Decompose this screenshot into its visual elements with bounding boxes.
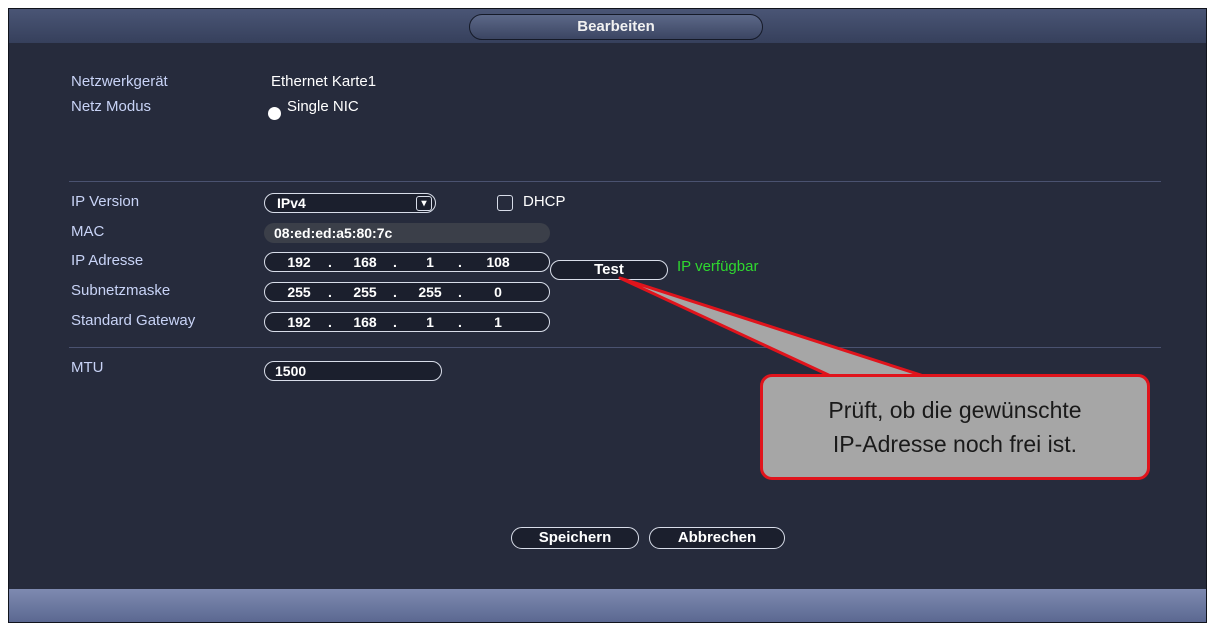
single-nic-radio[interactable] bbox=[268, 107, 281, 120]
ip-version-label: IP Version bbox=[71, 193, 140, 210]
test-button[interactable]: Test bbox=[550, 260, 668, 280]
gateway-field[interactable]: 192 . 168 . 1 . 1 bbox=[264, 312, 550, 332]
octet-dot: . bbox=[393, 284, 397, 300]
octet-dot: . bbox=[328, 314, 332, 330]
ip-version-select[interactable]: IPv4 ▾ bbox=[264, 193, 436, 213]
network-mode-value: Single NIC bbox=[287, 98, 359, 115]
octet-dot: . bbox=[328, 284, 332, 300]
ip-octet-3: 1 bbox=[426, 254, 434, 270]
network-device-value: Ethernet Karte1 bbox=[271, 73, 377, 90]
ip-address-field[interactable]: 192 . 168 . 1 . 108 bbox=[264, 252, 550, 272]
ip-octet-2: 168 bbox=[353, 254, 377, 270]
callout-line-1: Prüft, ob die gewünschte bbox=[828, 397, 1082, 423]
ip-version-value: IPv4 bbox=[277, 195, 306, 211]
callout-line-2: IP-Adresse noch frei ist. bbox=[832, 431, 1078, 457]
section-divider bbox=[69, 181, 1161, 182]
octet-dot: . bbox=[393, 314, 397, 330]
mtu-label: MTU bbox=[71, 359, 104, 376]
edit-dialog: Bearbeiten Netzwerkgerät Ethernet Karte1… bbox=[8, 8, 1207, 623]
octet-dot: . bbox=[458, 314, 462, 330]
ip-octet-1: 192 bbox=[287, 254, 311, 270]
mac-value: 08:ed:ed:a5:80:7c bbox=[274, 225, 393, 241]
ip-status-text: IP verfügbar bbox=[677, 258, 759, 275]
subnet-octet-3: 255 bbox=[418, 284, 442, 300]
gateway-octet-3: 1 bbox=[426, 314, 434, 330]
mac-label: MAC bbox=[71, 223, 105, 240]
gateway-octet-1: 192 bbox=[287, 314, 311, 330]
octet-dot: . bbox=[328, 254, 332, 270]
subnet-octet-4: 0 bbox=[494, 284, 502, 300]
dhcp-checkbox[interactable] bbox=[497, 195, 513, 211]
subnet-octet-1: 255 bbox=[287, 284, 311, 300]
chevron-down-icon: ▾ bbox=[416, 196, 432, 211]
network-device-label: Netzwerkgerät bbox=[71, 73, 168, 90]
octet-dot: . bbox=[393, 254, 397, 270]
subnet-label: Subnetzmaske bbox=[71, 282, 171, 299]
dhcp-label: DHCP bbox=[523, 193, 566, 210]
mtu-field[interactable]: 1500 bbox=[264, 361, 442, 381]
callout-tooltip: Prüft, ob die gewünschte IP-Adresse noch… bbox=[760, 374, 1150, 480]
gateway-octet-4: 1 bbox=[494, 314, 502, 330]
mtu-value: 1500 bbox=[275, 363, 307, 379]
mac-field: 08:ed:ed:a5:80:7c bbox=[264, 223, 550, 243]
network-mode-label: Netz Modus bbox=[71, 98, 152, 115]
gateway-label: Standard Gateway bbox=[71, 312, 196, 329]
save-button[interactable]: Speichern bbox=[511, 527, 639, 549]
octet-dot: . bbox=[458, 254, 462, 270]
ip-address-label: IP Adresse bbox=[71, 252, 144, 269]
subnet-field[interactable]: 255 . 255 . 255 . 0 bbox=[264, 282, 550, 302]
ip-octet-4: 108 bbox=[486, 254, 510, 270]
bottom-bar bbox=[9, 589, 1206, 622]
gateway-octet-2: 168 bbox=[353, 314, 377, 330]
subnet-octet-2: 255 bbox=[353, 284, 377, 300]
title-bar: Bearbeiten bbox=[9, 9, 1206, 43]
octet-dot: . bbox=[458, 284, 462, 300]
section-divider bbox=[69, 347, 1161, 348]
cancel-button[interactable]: Abbrechen bbox=[649, 527, 785, 549]
dialog-title: Bearbeiten bbox=[469, 14, 763, 40]
